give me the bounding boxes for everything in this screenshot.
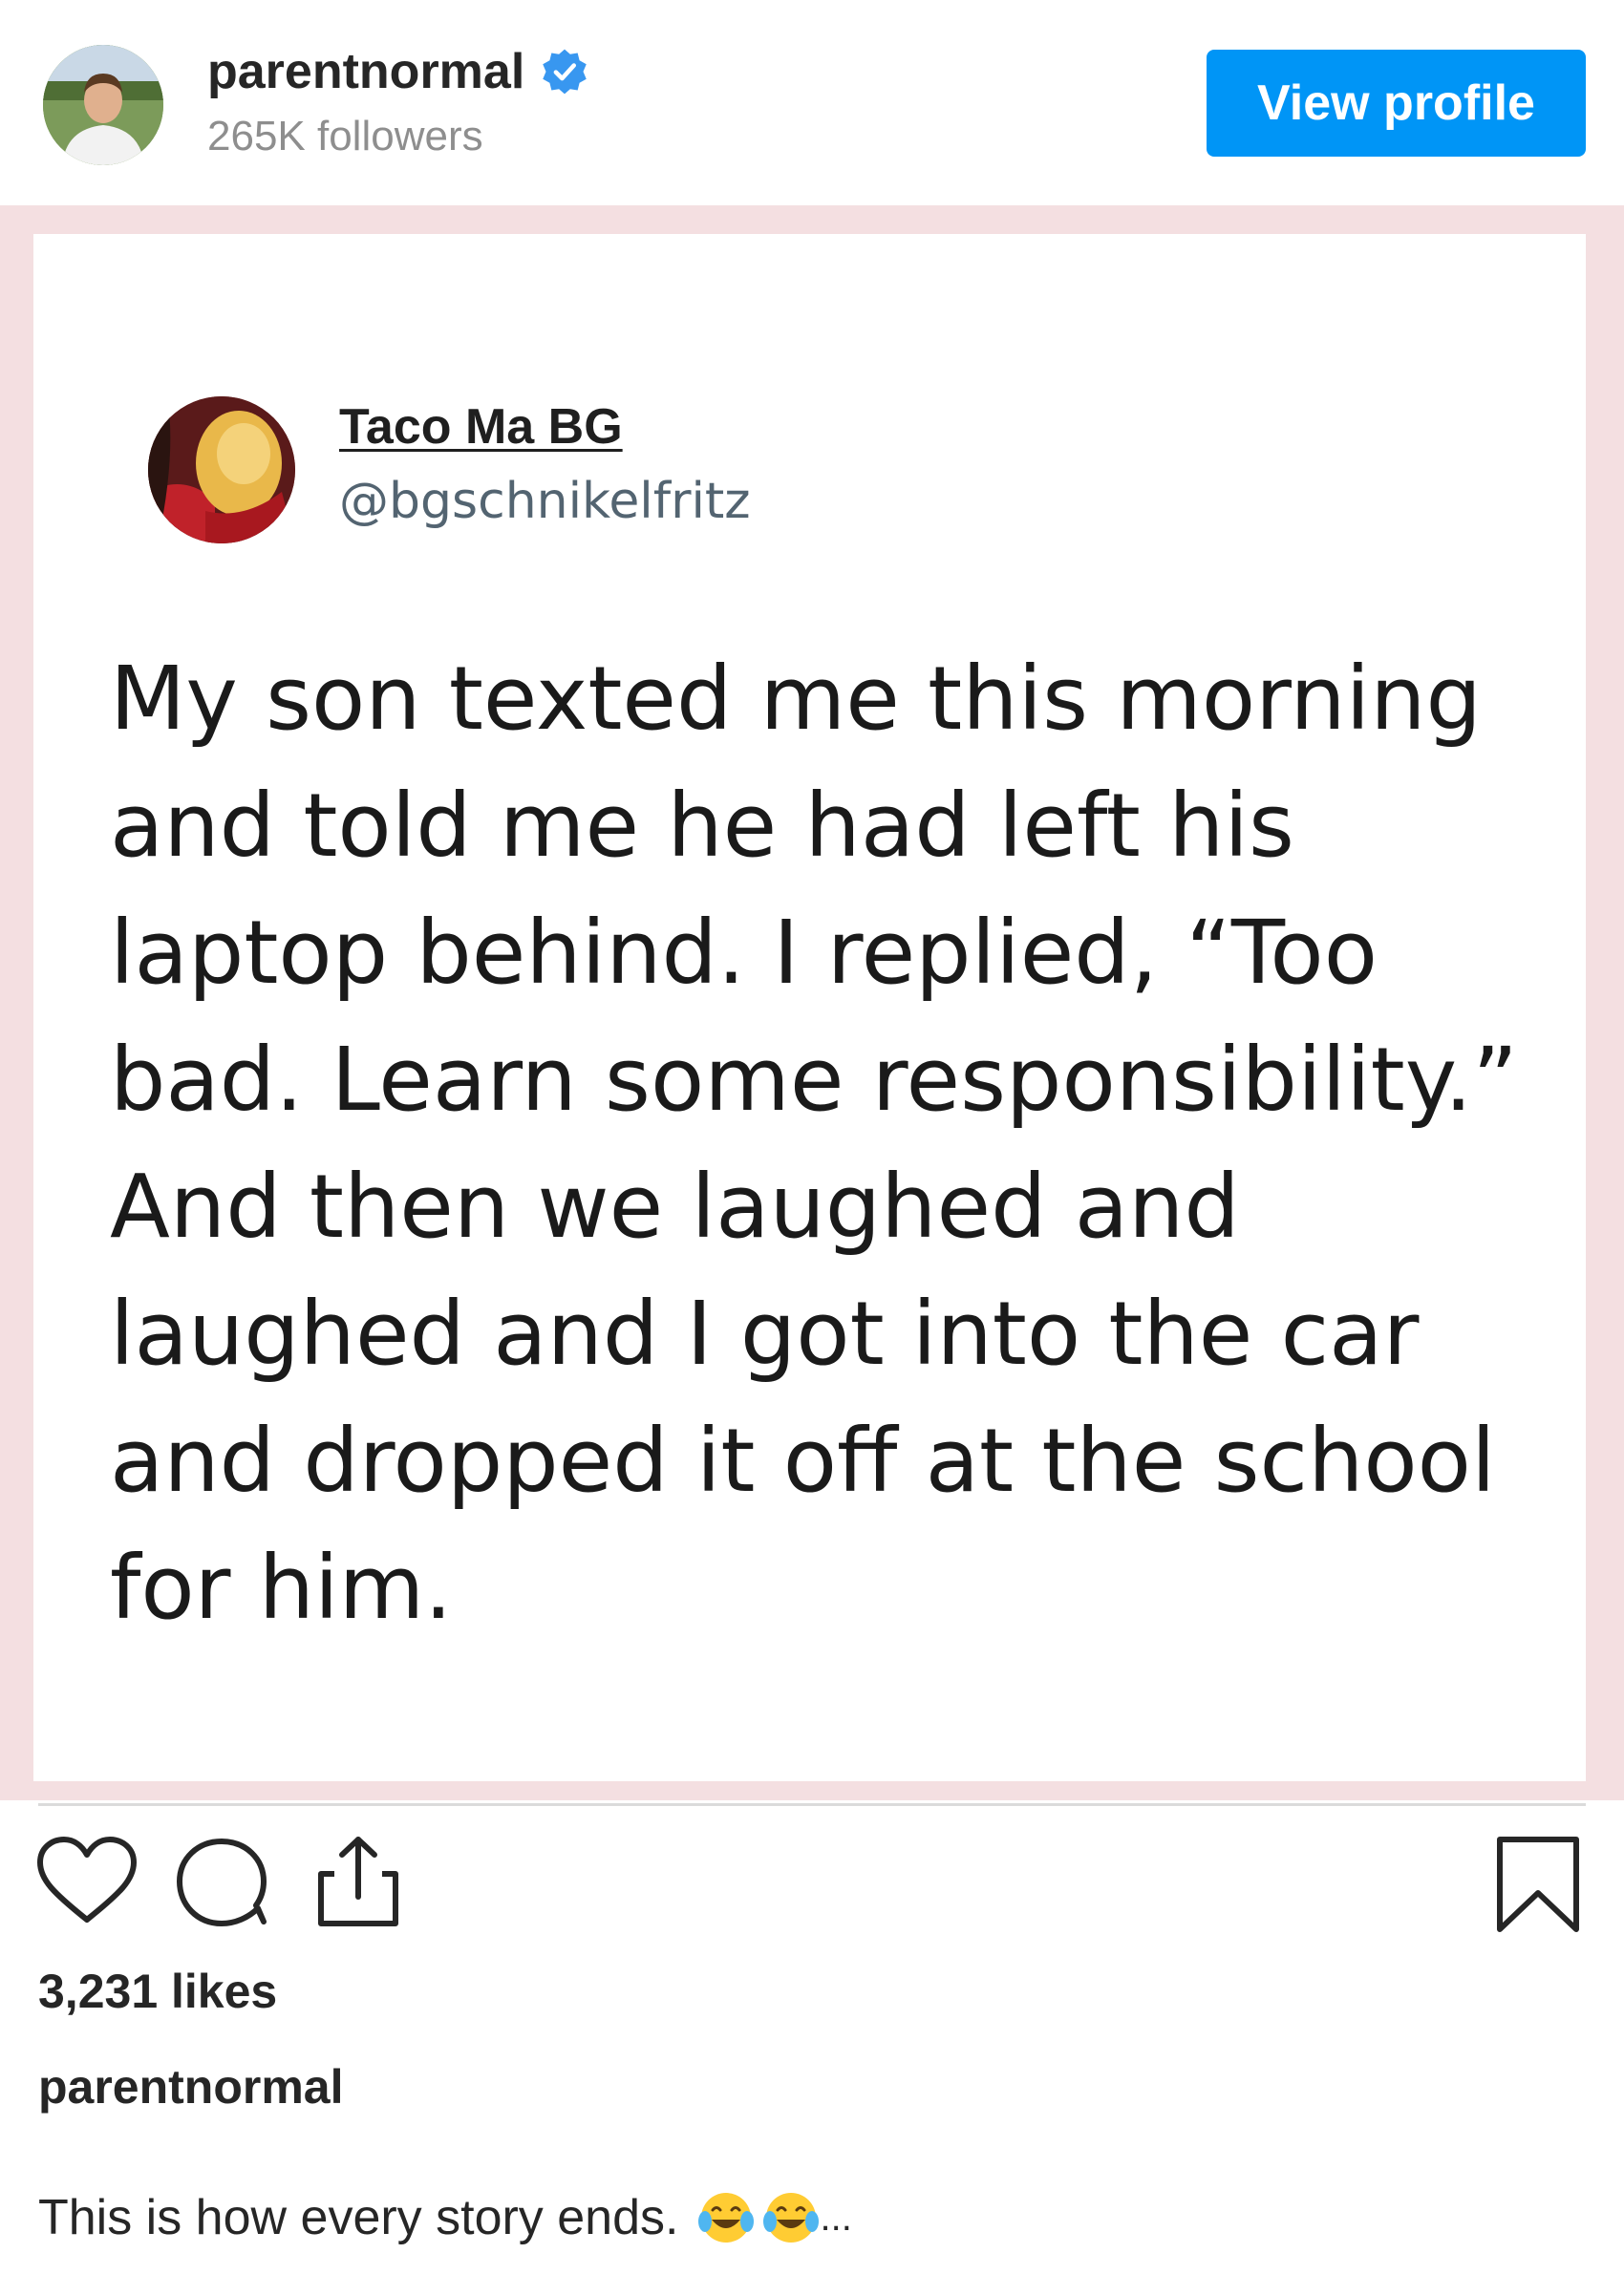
follower-count: 265K followers: [207, 113, 483, 159]
tweet-card: Taco Ma BG @bgschnikelfritz My son texte…: [33, 234, 1586, 1781]
tweet-line: bad. Learn some responsibility.”: [110, 1029, 1518, 1131]
share-icon[interactable]: [306, 1834, 411, 1929]
like-count[interactable]: 3,231 likes: [38, 1964, 277, 2019]
profile-avatar[interactable]: [43, 45, 163, 165]
tweet-author-avatar: [148, 396, 295, 543]
bookmark-icon[interactable]: [1490, 1834, 1586, 1939]
comment-icon[interactable]: [172, 1834, 277, 1929]
action-bar: [0, 1815, 1624, 1948]
divider: [38, 1803, 1586, 1806]
tweet-avatar-image: [148, 396, 295, 543]
post-image[interactable]: Taco Ma BG @bgschnikelfritz My son texte…: [0, 205, 1624, 1800]
account-username[interactable]: parentnormal: [207, 43, 589, 100]
caption: This is how every story ends. ...: [38, 2189, 852, 2246]
avatar-image: [43, 45, 163, 165]
view-profile-button[interactable]: View profile: [1207, 50, 1586, 157]
verified-badge-icon: [543, 49, 588, 95]
heart-icon[interactable]: [34, 1834, 139, 1929]
username-text: parentnormal: [207, 44, 525, 99]
post-header: parentnormal 265K followers View profile: [0, 0, 1624, 205]
caption-text: This is how every story ends.: [38, 2190, 679, 2245]
laughing-tears-emoji-icon: [698, 2193, 755, 2243]
caption-username[interactable]: parentnormal: [38, 2059, 344, 2115]
tweet-body: My son texted me this morning and told m…: [110, 635, 1562, 1651]
tweet-line: and told me he had left his: [110, 775, 1294, 877]
tweet-line: My son texted me this morning: [110, 648, 1482, 750]
tweet-line: laughed and I got into the car: [110, 1283, 1420, 1385]
tweet-line: laptop behind. I replied, “Too: [110, 902, 1378, 1004]
tweet-line: And then we laughed and: [110, 1156, 1240, 1258]
caption-more[interactable]: ...: [820, 2197, 851, 2240]
laughing-tears-emoji-icon: [763, 2193, 820, 2243]
tweet-line: and dropped it off at the school: [110, 1410, 1496, 1512]
tweet-line: for him.: [110, 1537, 453, 1639]
tweet-display-name: Taco Ma BG: [339, 399, 623, 455]
tweet-handle: @bgschnikelfritz: [339, 473, 751, 530]
